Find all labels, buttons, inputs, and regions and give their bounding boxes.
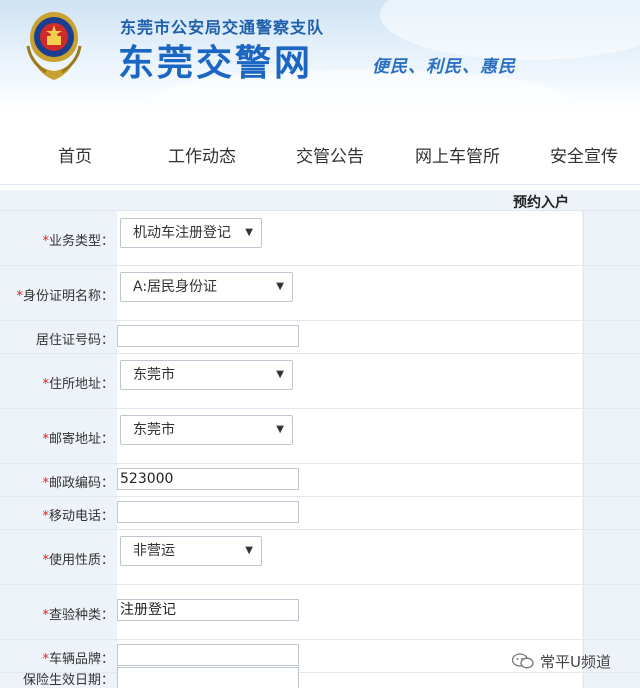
chevron-down-icon: ▼ bbox=[276, 281, 284, 292]
mobile-phone-input[interactable] bbox=[117, 501, 299, 523]
field-cell: 东莞市 ▼ bbox=[117, 409, 582, 463]
label-insurance-date: 保险生效日期： bbox=[22, 673, 114, 688]
right-cell bbox=[583, 266, 640, 320]
id-type-value: A:居民身份证 bbox=[133, 279, 218, 295]
right-cell bbox=[583, 354, 640, 408]
form-row-postal-code: *邮政编码： 523000 bbox=[0, 464, 640, 497]
required-marker: * bbox=[42, 608, 49, 623]
label-cell: *查验种类： bbox=[0, 585, 116, 639]
form-header: 预约入户 bbox=[0, 190, 640, 211]
label-id-type: *身份证明名称： bbox=[16, 289, 114, 304]
form-title: 预约入户 bbox=[513, 195, 569, 211]
required-marker: * bbox=[42, 377, 49, 392]
wechat-icon bbox=[512, 653, 534, 669]
required-marker: * bbox=[16, 289, 23, 304]
right-cell bbox=[583, 464, 640, 496]
label-cell: *使用性质： bbox=[0, 530, 116, 584]
form-row-usage-nature: *使用性质： 非营运 ▼ bbox=[0, 530, 640, 585]
chevron-down-icon: ▼ bbox=[276, 424, 284, 435]
right-cell bbox=[583, 497, 640, 529]
label-cell: *邮寄地址： bbox=[0, 409, 116, 463]
nav-item-home[interactable]: 首页 bbox=[58, 142, 92, 167]
police-emblem-icon bbox=[26, 12, 82, 80]
label-cell: *移动电话： bbox=[0, 497, 116, 529]
channel-watermark: 常平U频道 bbox=[512, 650, 611, 672]
label-cell: *身份证明名称： bbox=[0, 266, 116, 320]
required-marker: * bbox=[42, 652, 49, 667]
field-cell: 非营运 ▼ bbox=[117, 530, 582, 584]
field-cell bbox=[117, 667, 582, 688]
label-cell: *住所地址： bbox=[0, 354, 116, 408]
label-cell: 居住证号码： bbox=[0, 321, 116, 353]
header-cloud bbox=[380, 0, 640, 60]
business-type-select[interactable]: 机动车注册登记 ▼ bbox=[120, 218, 262, 248]
header-slogan: 便民、利民、惠民 bbox=[372, 57, 516, 77]
nav-item-work-news[interactable]: 工作动态 bbox=[168, 142, 236, 167]
label-cell: *业务类型： bbox=[0, 211, 116, 265]
field-cell bbox=[117, 321, 582, 353]
usage-nature-select[interactable]: 非营运 ▼ bbox=[120, 536, 262, 566]
right-cell bbox=[583, 673, 640, 688]
field-cell: 东莞市 ▼ bbox=[117, 354, 582, 408]
watermark-text: 常平U频道 bbox=[540, 652, 611, 671]
form-row-inspection-type: *查验种类： 注册登记 bbox=[0, 585, 640, 640]
residential-address-value: 东莞市 bbox=[133, 367, 175, 383]
required-marker: * bbox=[42, 432, 49, 447]
field-cell: 机动车注册登记 ▼ bbox=[117, 211, 582, 265]
right-cell bbox=[583, 409, 640, 463]
mailing-address-select[interactable]: 东莞市 ▼ bbox=[120, 415, 293, 445]
form-row-id-type: *身份证明名称： A:居民身份证 ▼ bbox=[0, 266, 640, 321]
form-row-mobile-phone: *移动电话： bbox=[0, 497, 640, 530]
label-cell: *邮政编码： bbox=[0, 464, 116, 496]
insurance-date-input[interactable] bbox=[117, 667, 299, 688]
field-cell: A:居民身份证 ▼ bbox=[117, 266, 582, 320]
label-postal-code: *邮政编码： bbox=[42, 476, 114, 491]
vehicle-brand-input[interactable] bbox=[117, 644, 299, 666]
right-cell bbox=[583, 211, 640, 265]
label-mailing-address: *邮寄地址： bbox=[42, 432, 114, 447]
field-cell: 523000 bbox=[117, 464, 582, 496]
id-type-select[interactable]: A:居民身份证 ▼ bbox=[120, 272, 293, 302]
form-row-mailing-address: *邮寄地址： 东莞市 ▼ bbox=[0, 409, 640, 464]
required-marker: * bbox=[42, 234, 49, 249]
mailing-address-value: 东莞市 bbox=[133, 422, 175, 438]
field-cell: 注册登记 bbox=[117, 585, 582, 639]
nav-item-announcements[interactable]: 交管公告 bbox=[296, 142, 364, 167]
label-mobile-phone: *移动电话： bbox=[42, 509, 114, 524]
nav-item-online-vehicle-office[interactable]: 网上车管所 bbox=[415, 142, 500, 167]
postal-code-input[interactable]: 523000 bbox=[117, 468, 299, 490]
form-row-residence-permit: 居住证号码： bbox=[0, 321, 640, 354]
label-residential-address: *住所地址： bbox=[42, 377, 114, 392]
label-cell: *车辆品牌： bbox=[0, 640, 116, 672]
usage-nature-value: 非营运 bbox=[133, 543, 175, 559]
residential-address-select[interactable]: 东莞市 ▼ bbox=[120, 360, 293, 390]
label-inspection-type: *查验种类： bbox=[42, 608, 114, 623]
nav-item-safety[interactable]: 安全宣传 bbox=[550, 142, 618, 167]
label-business-type: *业务类型： bbox=[42, 234, 114, 249]
site-name[interactable]: 东莞交警网 bbox=[118, 34, 313, 86]
chevron-down-icon: ▼ bbox=[245, 545, 253, 556]
field-cell bbox=[117, 497, 582, 529]
form-row-residential-address: *住所地址： 东莞市 ▼ bbox=[0, 354, 640, 409]
required-marker: * bbox=[42, 553, 49, 568]
main-nav: 首页 工作动态 交管公告 网上车管所 安全宣传 bbox=[0, 118, 640, 185]
required-marker: * bbox=[42, 509, 49, 524]
business-type-value: 机动车注册登记 bbox=[133, 225, 231, 241]
label-vehicle-brand: *车辆品牌： bbox=[42, 652, 114, 667]
form-row-insurance-date: 保险生效日期： bbox=[0, 667, 640, 688]
appointment-form: 预约入户 *业务类型： 机动车注册登记 ▼ *身份证明名称： A:居民身份证 ▼ bbox=[0, 190, 640, 688]
required-marker: * bbox=[42, 476, 49, 491]
residence-permit-input[interactable] bbox=[117, 325, 299, 347]
inspection-type-input[interactable]: 注册登记 bbox=[117, 599, 299, 621]
form-row-business-type: *业务类型： 机动车注册登记 ▼ bbox=[0, 211, 640, 266]
chevron-down-icon: ▼ bbox=[245, 227, 253, 238]
label-cell: 保险生效日期： bbox=[0, 673, 116, 688]
site-header: 东莞市公安局交通警察支队 东莞交警网 便民、利民、惠民 bbox=[0, 0, 640, 115]
right-cell bbox=[583, 321, 640, 353]
right-cell bbox=[583, 585, 640, 639]
chevron-down-icon: ▼ bbox=[276, 369, 284, 380]
label-residence-permit: 居住证号码： bbox=[35, 333, 114, 348]
label-usage-nature: *使用性质： bbox=[42, 553, 114, 568]
right-cell bbox=[583, 530, 640, 584]
